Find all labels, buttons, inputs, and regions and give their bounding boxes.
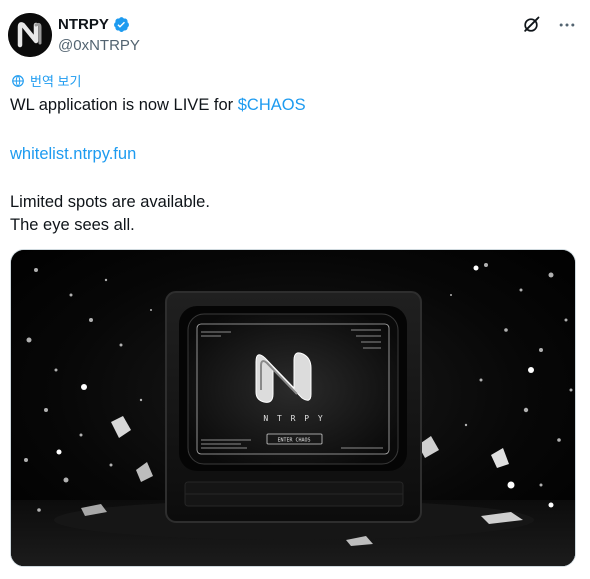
globe-icon — [12, 74, 24, 87]
avatar[interactable] — [8, 13, 52, 57]
screen-logo-text: N T R P Y — [263, 414, 324, 423]
tweet-line-3: Limited spots are available. — [10, 193, 210, 211]
tweet-line-4: The eye sees all. — [10, 216, 135, 234]
tweet-line-1: WL application is now LIVE for $CHAOS — [10, 94, 306, 116]
media-scene: N T R P Y ENTER CHAOS — [11, 250, 575, 566]
grok-slash-icon[interactable] — [520, 14, 542, 36]
tweet-media-image[interactable]: N T R P Y ENTER CHAOS — [10, 249, 576, 567]
author-block: NTRPY @0xNTRPY — [58, 14, 140, 55]
tweet-header: NTRPY @0xNTRPY — [0, 0, 590, 70]
ntrpy-logo-icon — [8, 13, 52, 57]
verified-badge-icon — [113, 16, 130, 33]
whitelist-link[interactable]: whitelist.ntrpy.fun — [10, 145, 136, 163]
screen-enter-button: ENTER CHAOS — [277, 438, 310, 444]
translate-label: 번역 보기 — [30, 74, 82, 89]
more-dots-icon[interactable] — [556, 14, 578, 36]
tweet-line-2: whitelist.ntrpy.fun — [10, 143, 136, 165]
display-name[interactable]: NTRPY — [58, 16, 109, 33]
cashtag-link[interactable]: $CHAOS — [238, 96, 306, 114]
tweet-text-prefix: WL application is now LIVE for — [10, 96, 238, 114]
translate-link[interactable]: 번역 보기 — [11, 71, 81, 90]
handle[interactable]: @0xNTRPY — [58, 37, 140, 54]
